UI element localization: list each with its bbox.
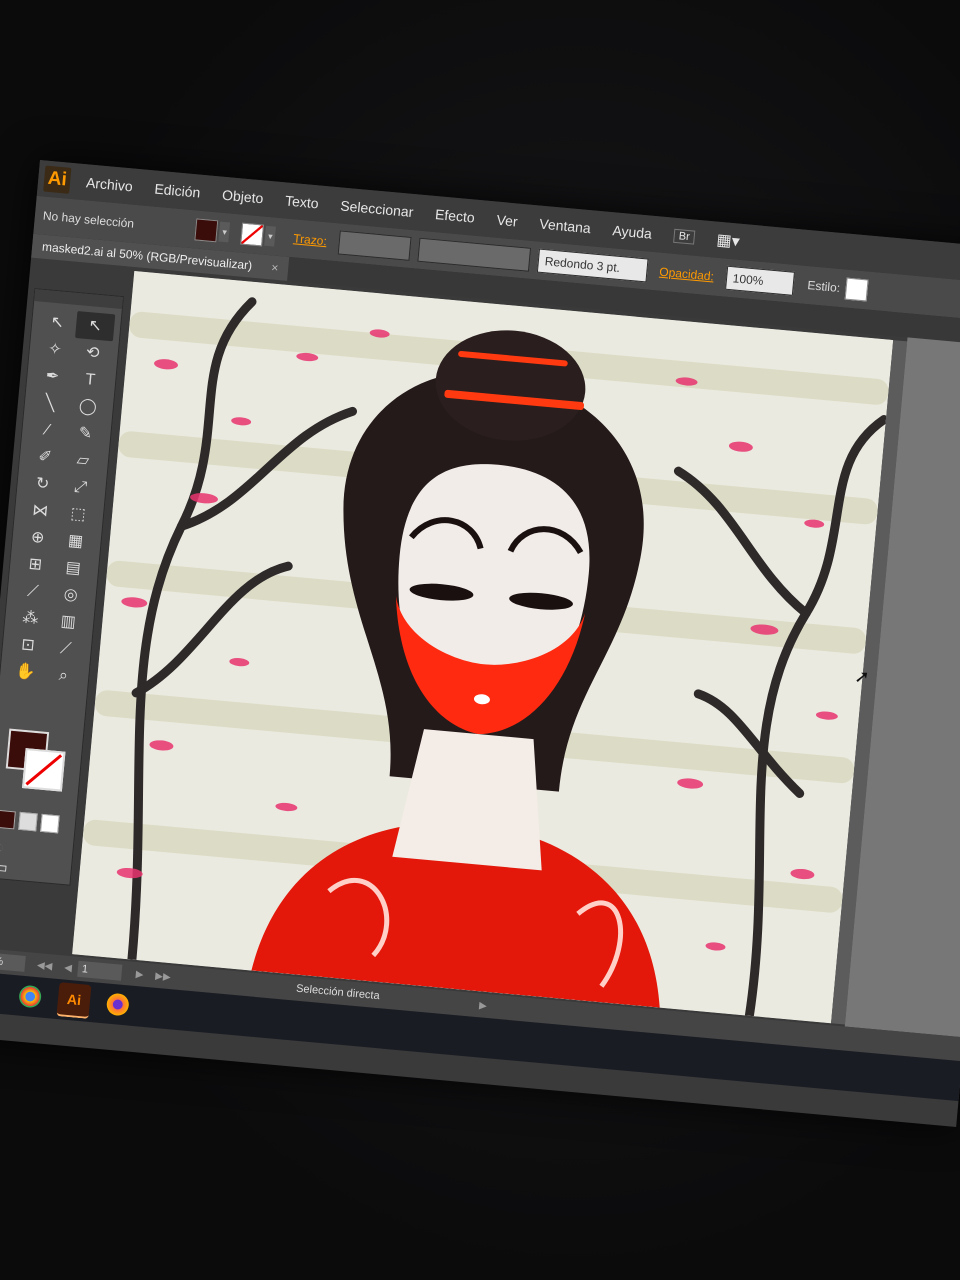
menu-ventana[interactable]: Ventana bbox=[539, 216, 592, 237]
eyedropper-tool-icon[interactable]: ⟋ bbox=[13, 576, 53, 606]
prev-artboard-icon[interactable]: ◀ bbox=[64, 962, 73, 974]
mesh-tool-icon[interactable]: ⊞ bbox=[15, 550, 55, 580]
screen-mode-icon[interactable]: ▭ bbox=[0, 854, 9, 882]
opacity-field[interactable]: 100% bbox=[724, 265, 795, 296]
selection-tool-icon[interactable]: ↖ bbox=[37, 308, 77, 338]
status-menu-icon[interactable]: ▶ bbox=[479, 1000, 488, 1012]
fill-dropdown-icon[interactable]: ▾ bbox=[218, 221, 231, 243]
artboard-canvas[interactable] bbox=[72, 271, 894, 1024]
style-label: Estilo: bbox=[806, 278, 841, 296]
illustrator-logo: Ai bbox=[43, 165, 72, 194]
hand-tool-icon[interactable]: ✋ bbox=[5, 657, 45, 687]
free-transform-tool-icon[interactable]: ⬚ bbox=[58, 499, 98, 529]
gradient-tool-icon[interactable]: ▤ bbox=[53, 553, 93, 583]
scale-tool-icon[interactable]: ⤢ bbox=[60, 472, 100, 502]
width-tool-icon[interactable]: ⋈ bbox=[20, 496, 60, 526]
close-tab-icon[interactable]: × bbox=[271, 260, 279, 275]
menu-efecto[interactable]: Efecto bbox=[434, 206, 475, 226]
column-graph-tool-icon[interactable]: ▥ bbox=[48, 607, 88, 637]
stroke-panel-link[interactable]: Trazo: bbox=[293, 231, 328, 248]
rotate-tool-icon[interactable]: ↻ bbox=[22, 469, 62, 499]
stroke-swatch[interactable] bbox=[240, 222, 265, 247]
illustrator-taskbar-button[interactable]: Ai bbox=[56, 982, 92, 1019]
direct-selection-tool-icon[interactable]: ↖ bbox=[75, 311, 116, 342]
stroke-dropdown-icon[interactable]: ▾ bbox=[264, 225, 277, 247]
stroke-color-box[interactable] bbox=[22, 748, 66, 792]
current-tool-status: Selección directa bbox=[295, 982, 381, 1003]
pencil-tool-icon[interactable]: ✎ bbox=[65, 419, 105, 449]
blob-brush-tool-icon[interactable]: ✐ bbox=[25, 442, 65, 472]
symbol-sprayer-tool-icon[interactable]: ⁂ bbox=[10, 603, 50, 633]
fill-stroke-widget bbox=[4, 728, 69, 794]
first-artboard-icon[interactable]: ◀◀ bbox=[37, 960, 53, 972]
workspace-switcher-icon[interactable]: ▦▾ bbox=[716, 230, 741, 252]
monitor-screen: Ai Archivo Edición Objeto Texto Seleccio… bbox=[0, 160, 960, 1128]
chrome-icon bbox=[18, 984, 43, 1009]
brush-definition-field[interactable]: Redondo 3 pt. bbox=[536, 248, 649, 283]
none-stroke-icon bbox=[25, 754, 63, 786]
type-tool-icon[interactable]: T bbox=[70, 365, 110, 395]
magic-wand-tool-icon[interactable]: ✧ bbox=[35, 334, 75, 364]
artboard-tool-icon[interactable]: ⊡ bbox=[8, 630, 48, 660]
firefox-icon bbox=[105, 992, 130, 1017]
pen-tool-icon[interactable]: ✒ bbox=[32, 361, 72, 391]
firefox-taskbar-button[interactable] bbox=[100, 987, 135, 1022]
bridge-button[interactable]: Br bbox=[673, 228, 696, 245]
lasso-tool-icon[interactable]: ⟲ bbox=[73, 338, 113, 368]
artboard-number-field[interactable]: 1 bbox=[77, 960, 123, 981]
chrome-taskbar-button[interactable] bbox=[13, 979, 48, 1014]
fill-swatch[interactable] bbox=[194, 218, 219, 243]
zoom-tool-icon[interactable]: ⌕ bbox=[43, 661, 83, 691]
menu-seleccionar[interactable]: Seleccionar bbox=[340, 197, 414, 220]
next-artboard-icon[interactable]: ▶ bbox=[135, 969, 144, 981]
windows-start-icon[interactable]: ⊞ bbox=[0, 975, 4, 1010]
none-mode-swatch[interactable] bbox=[40, 813, 60, 834]
menu-texto[interactable]: Texto bbox=[284, 192, 319, 211]
brush-tool-icon[interactable]: ∕ bbox=[27, 415, 67, 445]
blend-tool-icon[interactable]: ◎ bbox=[51, 580, 91, 610]
menu-objeto[interactable]: Objeto bbox=[221, 187, 264, 207]
direct-selection-cursor-icon: ➚ bbox=[853, 665, 871, 688]
graphic-style-swatch[interactable] bbox=[845, 277, 869, 302]
last-artboard-icon[interactable]: ▶▶ bbox=[155, 970, 171, 982]
shape-builder-tool-icon[interactable]: ⊕ bbox=[18, 523, 58, 553]
color-mode-swatch[interactable] bbox=[0, 809, 16, 830]
gradient-mode-swatch[interactable] bbox=[18, 811, 38, 832]
selection-status: No hay selección bbox=[42, 208, 135, 231]
menu-edicion[interactable]: Edición bbox=[154, 181, 201, 201]
line-tool-icon[interactable]: ╲ bbox=[30, 388, 70, 418]
geisha-illustration bbox=[72, 271, 894, 1024]
menu-ayuda[interactable]: Ayuda bbox=[612, 222, 653, 242]
variable-width-field[interactable] bbox=[417, 237, 532, 272]
zoom-level-field[interactable]: 50% bbox=[0, 951, 26, 972]
perspective-grid-tool-icon[interactable]: ▦ bbox=[55, 526, 95, 556]
opacity-panel-link[interactable]: Opacidad: bbox=[659, 265, 715, 284]
eraser-tool-icon[interactable]: ▱ bbox=[63, 445, 103, 475]
slice-tool-icon[interactable]: ⟋ bbox=[46, 634, 86, 664]
menu-archivo[interactable]: Archivo bbox=[85, 174, 133, 194]
stroke-weight-field[interactable] bbox=[337, 230, 412, 261]
menu-ver[interactable]: Ver bbox=[496, 212, 518, 230]
ellipse-tool-icon[interactable]: ◯ bbox=[68, 392, 108, 422]
